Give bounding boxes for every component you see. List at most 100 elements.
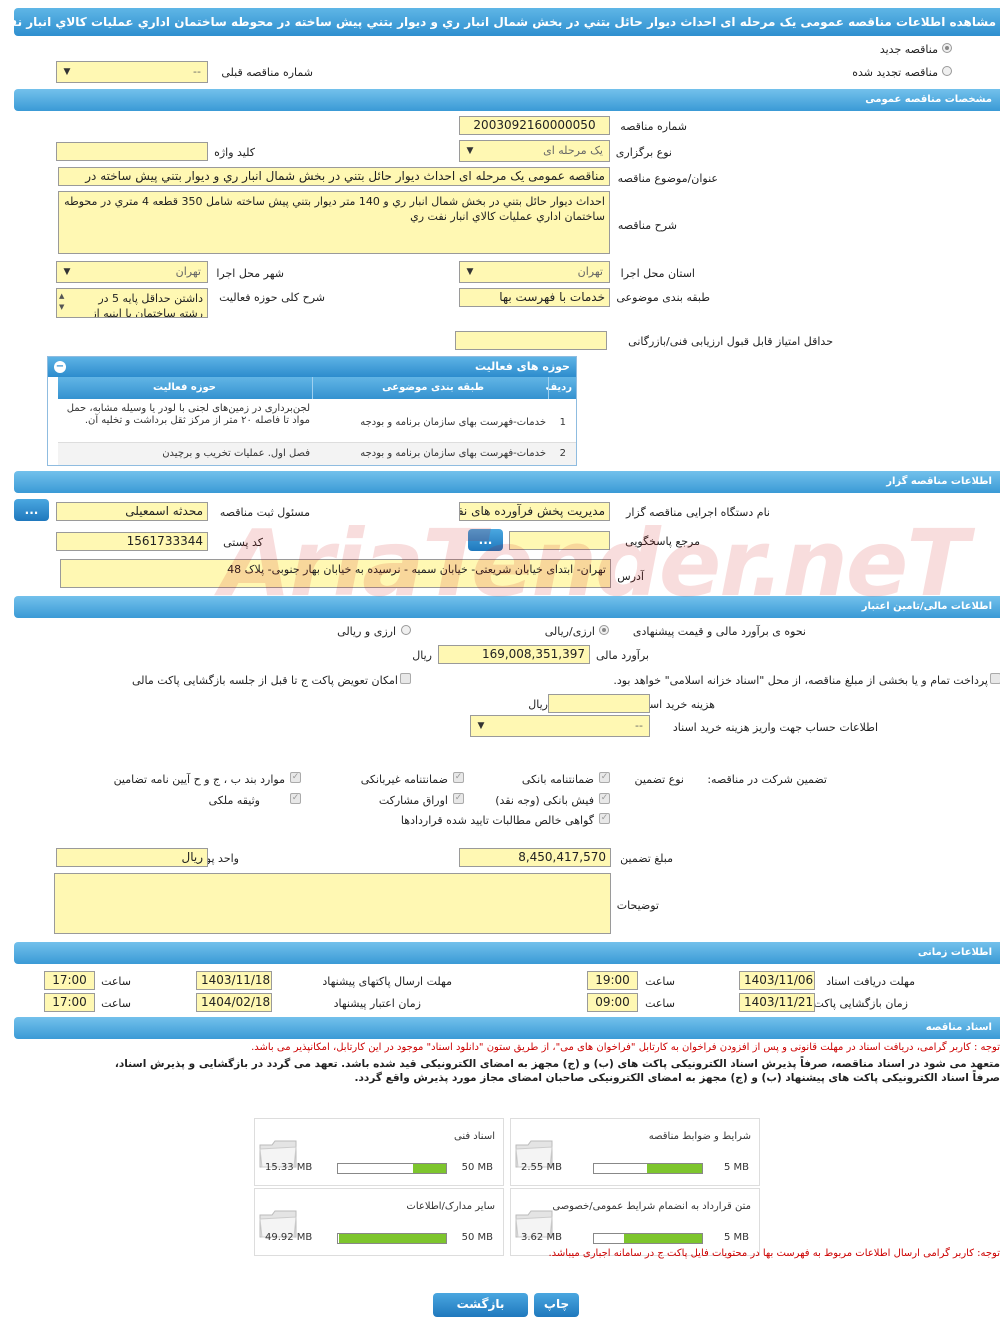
file-progress-fill — [412, 1164, 446, 1173]
file-size: 15.33 MB — [265, 1162, 313, 1173]
kind-select[interactable]: یک مرحله ای ▼ — [459, 140, 610, 162]
docs-note-2: متعهد می شود در اسناد مناقصه، صرفاً پذیر… — [114, 1058, 1000, 1070]
doc-file-card[interactable]: اسناد فنی 15.33 MB 50 MB — [254, 1118, 504, 1186]
org-lookup-button[interactable]: ... — [14, 499, 49, 521]
guarantee-cash-checkbox[interactable]: ✓ — [599, 793, 610, 804]
valid-time-field[interactable]: 17:00 — [44, 993, 95, 1012]
org-section-header: اطلاعات مناقصه گزار — [14, 471, 1000, 493]
renew-tender-label: مناقصه تجدید شده — [852, 66, 938, 79]
guarantee-bonds-checkbox[interactable]: ✓ — [453, 793, 464, 804]
account-value: -- — [635, 719, 643, 732]
chevron-down-icon: ▼ — [477, 721, 485, 731]
row-category: خدمات-فهرست بهای سازمان برنامه و بودجه — [360, 448, 546, 459]
category-field[interactable]: خدمات با فهرست بها — [459, 288, 610, 307]
doc-file-card[interactable]: سایر مدارک/اطلاعات 49.92 MB 50 MB — [254, 1188, 504, 1256]
swap-text: امکان تعویض پاکت ج تا قبل از جلسه بازگشا… — [132, 674, 398, 687]
swap-checkbox[interactable] — [400, 673, 411, 684]
recv-date-field[interactable]: 1403/11/06 — [739, 971, 815, 990]
send-date-field[interactable]: 1403/11/18 — [196, 971, 272, 990]
row-index: 2 — [559, 448, 566, 459]
file-progress-bar — [337, 1163, 447, 1174]
notes-field[interactable] — [54, 873, 611, 934]
guarantee-claims-label: گواهی خالص مطالبات تایید شده قراردادها — [400, 814, 594, 827]
print-button[interactable]: چاپ — [534, 1293, 579, 1317]
page-title: مشاهده اطلاعات مناقصه عمومی یک مرحله ای … — [14, 8, 1000, 36]
subject-label: عنوان/موضوع مناقصه — [617, 172, 718, 185]
valid-date-field[interactable]: 1404/02/18 — [196, 993, 272, 1012]
desc-label: شرح مناقصه — [617, 219, 677, 232]
file-name: سایر مدارک/اطلاعات — [406, 1201, 495, 1212]
file-name: اسناد فنی — [454, 1131, 495, 1142]
keyword-label: کلید واژه — [214, 146, 255, 159]
scroll-arrows-icon[interactable]: ▲ ▼ — [59, 291, 64, 313]
guarantee-nonbank-label: ضمانتنامه غیربانکی — [360, 773, 448, 786]
account-label: اطلاعات حساب جهت واریز هزینه خرید اسناد — [672, 721, 878, 734]
recv-time-field[interactable]: 19:00 — [587, 971, 638, 990]
min-score-field[interactable] — [455, 331, 607, 350]
treasury-checkbox[interactable] — [990, 673, 1000, 684]
guarantee-amount-field[interactable]: 8,450,417,570 — [459, 848, 611, 867]
row-area: فصل اول. عملیات تخریب و برچیدن — [162, 448, 310, 459]
currency-field[interactable]: ریال — [56, 848, 208, 867]
chevron-down-icon: ▼ — [466, 146, 474, 156]
doc-cost-field[interactable] — [548, 694, 650, 713]
row-area: لجن‌برداری در زمین‌های لجنی با لودر یا و… — [66, 403, 310, 426]
guarantee-property-label: وثیقه ملکی — [208, 794, 260, 807]
time-section-header: اطلاعات زمانی — [14, 942, 1000, 964]
province-label: استان محل اجرا — [620, 267, 695, 280]
guarantee-amount-label: مبلغ تضمین — [620, 852, 673, 865]
file-size: 3.62 MB — [521, 1232, 562, 1243]
prev-number-label: شماره مناقصه قبلی — [221, 66, 313, 79]
keyword-field[interactable] — [56, 142, 208, 161]
valid-label: زمان اعتبار پیشنهاد — [333, 997, 421, 1010]
guarantee-property-checkbox[interactable]: ✓ — [290, 793, 301, 804]
prev-number-select[interactable]: -- ▼ — [56, 61, 208, 83]
guarantee-bonds-label: اوراق مشارکت — [378, 794, 448, 807]
file-progress-fill — [646, 1164, 702, 1173]
row-index: 1 — [559, 417, 566, 428]
new-tender-radio[interactable] — [942, 43, 952, 53]
city-select[interactable]: تهران ▼ — [56, 261, 208, 283]
scope-field[interactable]: داشتن حداقل پایه 5 در رشته ساختمان یا اب… — [56, 288, 208, 318]
subject-field[interactable]: مناقصه عمومی یک مرحله ای احداث ديوار حائ… — [58, 167, 610, 186]
activities-header: حوزه های فعالیت − — [48, 357, 576, 377]
page: مشاهده اطلاعات مناقصه عمومی یک مرحله ای … — [0, 0, 1000, 1323]
province-value: تهران — [577, 265, 603, 278]
resp-field[interactable]: محدثه اسمعیلی — [56, 502, 208, 521]
postal-field[interactable]: 1561733344 — [56, 532, 208, 551]
guarantee-bank-checkbox[interactable]: ✓ — [599, 772, 610, 783]
renew-tender-radio[interactable] — [942, 66, 952, 76]
doc-file-card[interactable]: شرایط و ضوابط مناقصه 2.55 MB 5 MB — [510, 1118, 760, 1186]
min-score-label: حداقل امتیاز قابل قبول ارزیابی فنی/بازرگ… — [628, 335, 833, 348]
file-progress-fill — [339, 1234, 446, 1243]
open-label: زمان بازگشایی پاکت ها — [800, 997, 908, 1010]
file-max-size: 5 MB — [723, 1232, 749, 1243]
guarantee-nonbank-checkbox[interactable]: ✓ — [453, 772, 464, 783]
open-time-field[interactable]: 09:00 — [587, 993, 638, 1012]
docs-note-3: صرفاً اسناد الکترونیکی پاکت های پیشنهاد … — [354, 1072, 1000, 1084]
desc-field[interactable]: احداث ديوار حائل بتني در بخش شمال انبار … — [58, 191, 610, 254]
guarantee-clause-checkbox[interactable]: ✓ — [290, 772, 301, 783]
recv-label: مهلت دریافت اسناد — [826, 975, 915, 988]
file-progress-bar — [593, 1163, 703, 1174]
file-max-size: 5 MB — [723, 1162, 749, 1173]
back-button[interactable]: بازگشت — [433, 1293, 528, 1317]
account-select[interactable]: -- ▼ — [470, 715, 650, 737]
open-date-field[interactable]: 1403/11/21 — [739, 993, 815, 1012]
number-field[interactable]: 2003092160000050 — [459, 116, 610, 135]
watermark-logo: AriaTender.neT — [220, 510, 969, 617]
chevron-down-icon: ▼ — [466, 267, 474, 277]
doc-file-card[interactable]: متن قرارداد به انضمام شرایط عمومی/خصوصی 3… — [510, 1188, 760, 1256]
recv-time-label: ساعت — [645, 975, 675, 988]
city-label: شهر محل اجرا — [216, 267, 284, 280]
category-label: طبقه بندی موضوعی — [616, 291, 710, 304]
send-time-field[interactable]: 17:00 — [44, 971, 95, 990]
collapse-icon[interactable]: − — [54, 361, 66, 373]
guarantee-claims-checkbox[interactable]: ✓ — [599, 813, 610, 824]
table-row: 1 خدمات-فهرست بهای سازمان برنامه و بودجه… — [58, 401, 576, 443]
estimate-field[interactable]: 169,008,351,397 — [438, 645, 590, 664]
file-progress-bar — [337, 1233, 447, 1244]
province-select[interactable]: تهران ▼ — [459, 261, 610, 283]
chevron-down-icon: ▼ — [63, 267, 71, 277]
new-tender-label: مناقصه جدید — [879, 43, 938, 56]
